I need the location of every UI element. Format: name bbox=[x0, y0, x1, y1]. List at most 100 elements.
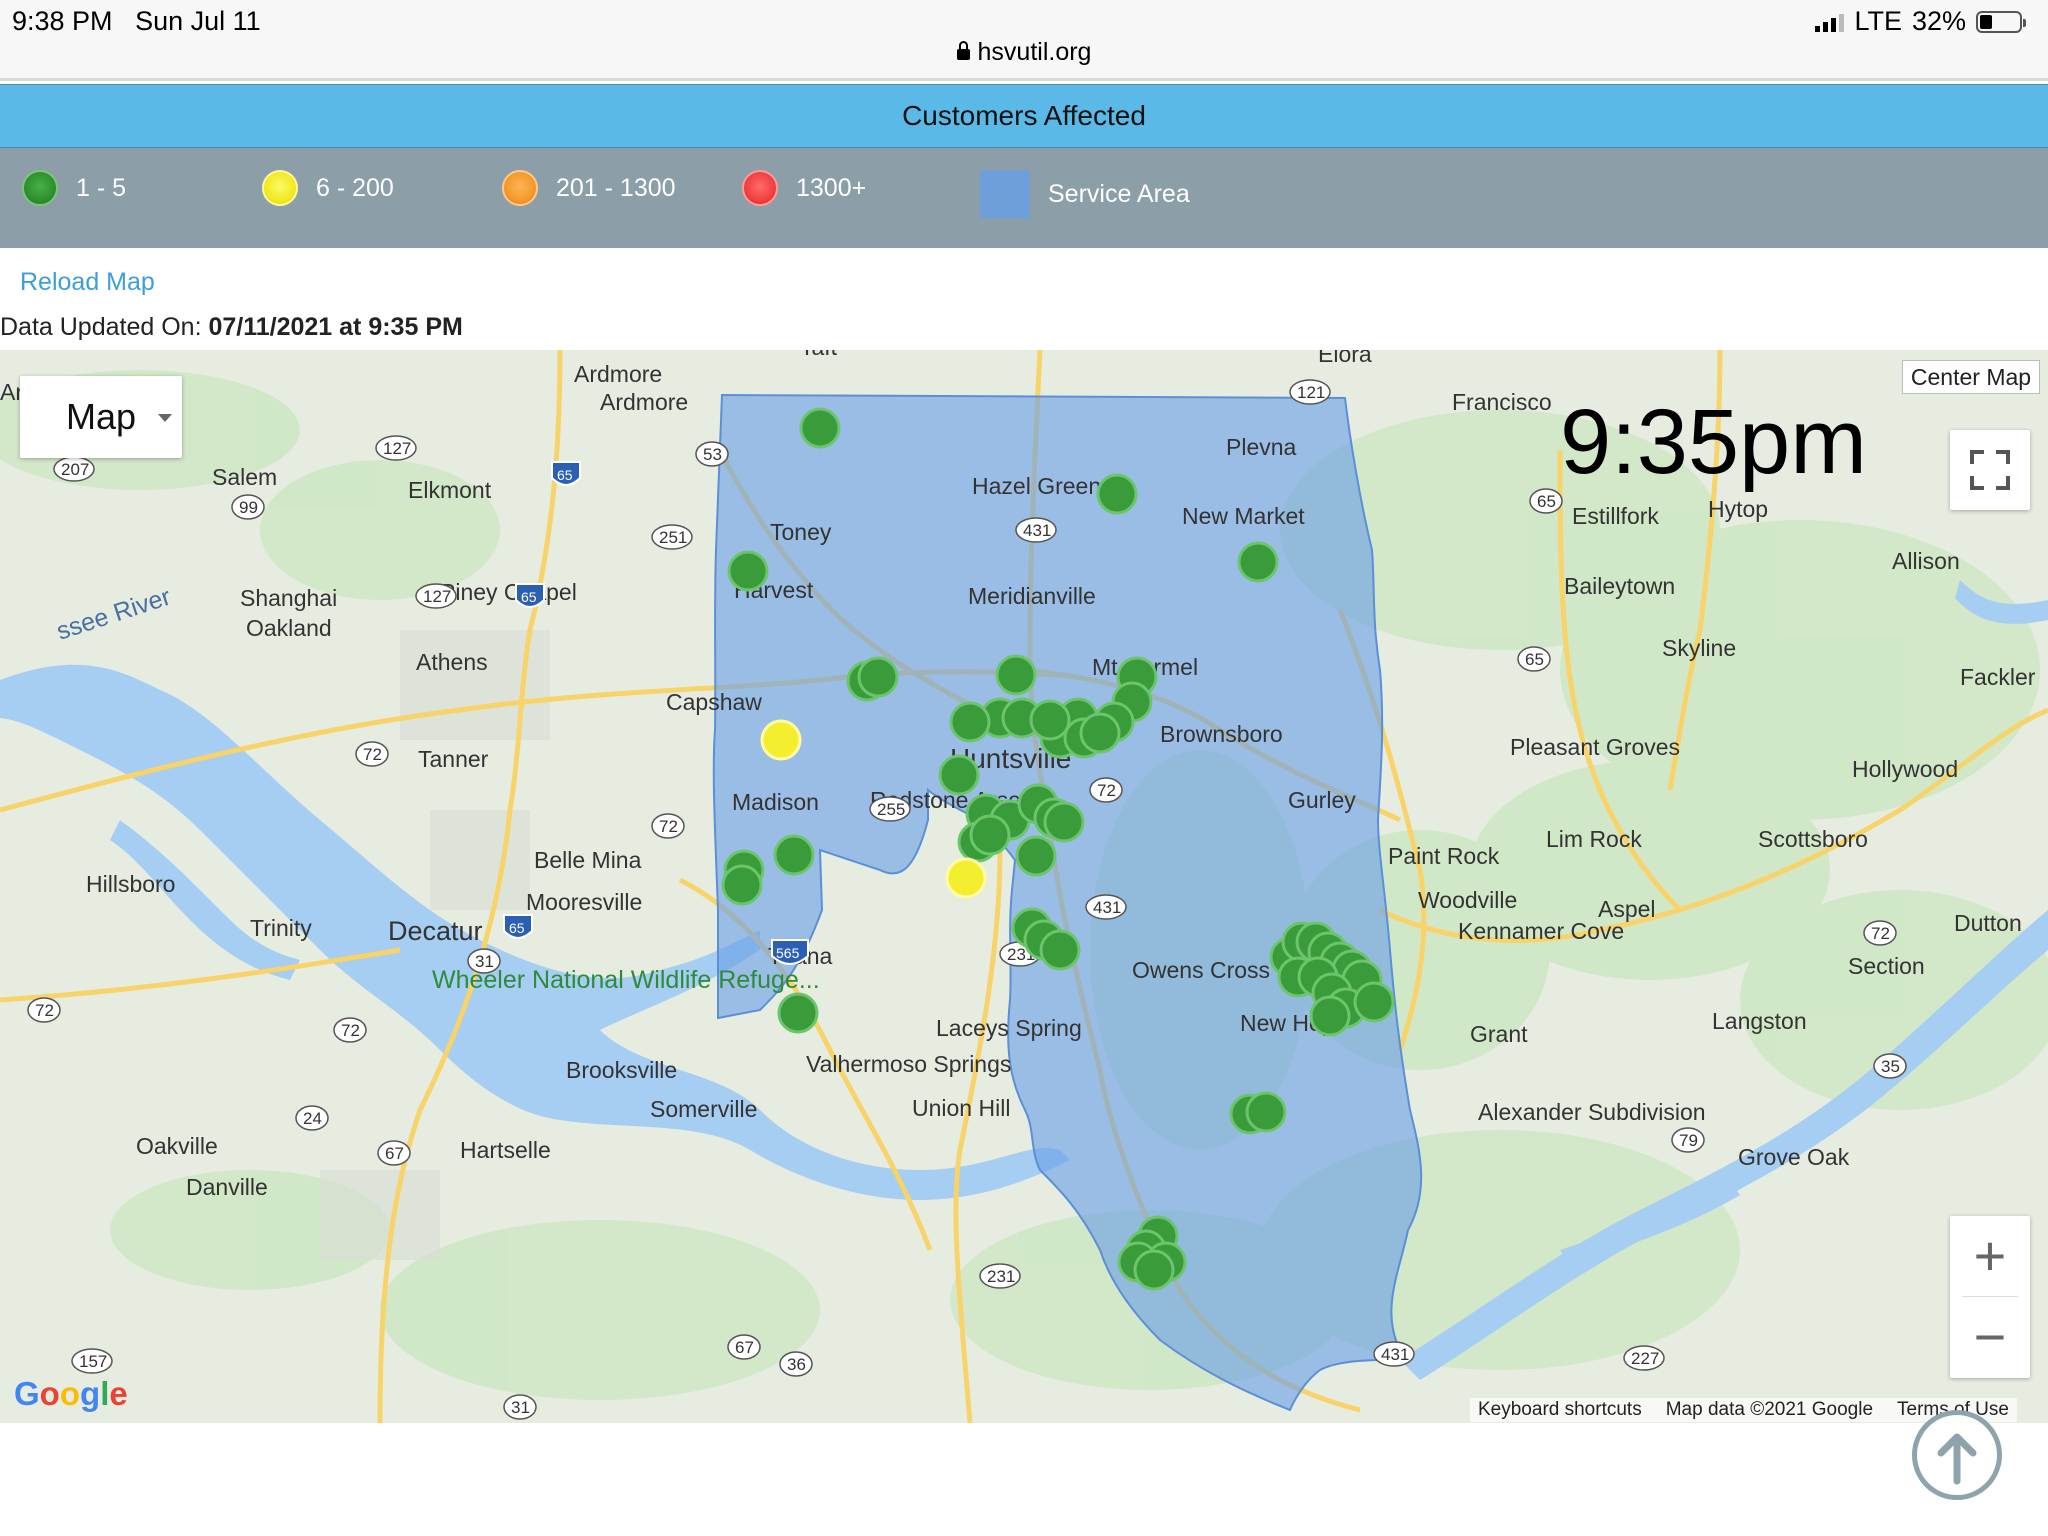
zoom-control: + − bbox=[1950, 1216, 2030, 1378]
place-label: Grove Oak bbox=[1738, 1144, 1850, 1170]
svg-text:72: 72 bbox=[1871, 924, 1890, 943]
outage-marker-green[interactable] bbox=[777, 992, 819, 1034]
reload-map-link[interactable]: Reload Map bbox=[20, 268, 155, 297]
place-label: Dutton bbox=[1954, 910, 2022, 936]
route-shield-icon: 72 bbox=[355, 741, 389, 767]
place-label: Pleasant Groves bbox=[1510, 734, 1680, 760]
center-map-button[interactable]: Center Map bbox=[1902, 360, 2040, 394]
place-label: Belle Mina bbox=[534, 847, 642, 873]
route-shield-icon: 99 bbox=[231, 494, 265, 520]
map-type-dropdown[interactable]: Map bbox=[20, 376, 182, 458]
outage-marker-green[interactable] bbox=[857, 656, 899, 698]
route-shield-icon: 65 bbox=[1529, 488, 1563, 514]
place-label: Union Hill bbox=[912, 1095, 1010, 1121]
svg-text:24: 24 bbox=[303, 1109, 322, 1128]
place-label: Meridianville bbox=[968, 583, 1096, 609]
svg-text:127: 127 bbox=[383, 439, 411, 458]
route-shield-icon: 157 bbox=[71, 1348, 113, 1374]
outage-marker-green[interactable] bbox=[727, 550, 769, 592]
outage-marker-green[interactable] bbox=[995, 654, 1037, 696]
outage-marker-green[interactable] bbox=[1096, 473, 1138, 515]
svg-text:72: 72 bbox=[363, 745, 382, 764]
place-label: Athens bbox=[416, 649, 488, 675]
svg-text:255: 255 bbox=[877, 800, 905, 819]
place-label: Piney Chapel bbox=[440, 579, 577, 605]
fullscreen-icon bbox=[1970, 450, 2010, 490]
page-title: Customers Affected bbox=[0, 84, 2048, 148]
outage-marker-green[interactable] bbox=[1029, 699, 1071, 741]
keyboard-shortcuts-link[interactable]: Keyboard shortcuts bbox=[1478, 1398, 1642, 1422]
place-label: Section bbox=[1848, 953, 1925, 979]
place-label: Danville bbox=[186, 1174, 268, 1200]
scroll-to-top-button[interactable] bbox=[1912, 1410, 2002, 1500]
place-label: Salem bbox=[212, 464, 277, 490]
place-label: Paint Rock bbox=[1388, 843, 1500, 869]
place-label: Taft bbox=[800, 350, 838, 360]
fullscreen-button[interactable] bbox=[1950, 430, 2030, 510]
route-shield-icon: 53 bbox=[695, 441, 729, 467]
place-label: Allison bbox=[1892, 548, 1960, 574]
place-label: Ardmore bbox=[574, 361, 662, 387]
data-updated: Data Updated On: 07/11/2021 at 9:35 PM bbox=[0, 313, 463, 342]
legend-item-6-200: 6 - 200 bbox=[262, 170, 394, 206]
outage-marker-green[interactable] bbox=[938, 754, 980, 796]
route-shield-icon: 227 bbox=[1623, 1345, 1665, 1371]
legend-label: 1 - 5 bbox=[76, 173, 127, 202]
place-label: Tanner bbox=[418, 746, 489, 772]
outage-marker-green[interactable] bbox=[1353, 981, 1395, 1023]
outage-marker-green[interactable] bbox=[721, 864, 763, 906]
outage-marker-green[interactable] bbox=[1043, 801, 1085, 843]
svg-text:157: 157 bbox=[79, 1352, 107, 1371]
place-label: Valhermoso Springs bbox=[806, 1051, 1011, 1077]
outage-marker-green[interactable] bbox=[969, 814, 1011, 856]
place-label: Shanghai bbox=[240, 585, 337, 611]
outage-marker-green[interactable] bbox=[1015, 835, 1057, 877]
svg-text:431: 431 bbox=[1093, 898, 1121, 917]
place-label: Brownsboro bbox=[1160, 721, 1283, 747]
outage-marker-green[interactable] bbox=[1309, 995, 1351, 1037]
svg-text:72: 72 bbox=[35, 1001, 54, 1020]
route-shield-icon: 127 bbox=[375, 435, 417, 461]
interstate-shield-icon: 65 bbox=[503, 914, 533, 939]
orange-dot-icon bbox=[502, 170, 538, 206]
place-label: Hillsboro bbox=[86, 871, 175, 897]
zoom-out-button[interactable]: − bbox=[1950, 1297, 2030, 1377]
route-shield-icon: 251 bbox=[651, 524, 693, 550]
outage-marker-green[interactable] bbox=[1245, 1091, 1287, 1133]
route-shield-icon: 72 bbox=[1863, 920, 1897, 946]
legend-item-1300-plus: 1300+ bbox=[742, 170, 866, 206]
address-bar[interactable]: hsvutil.org bbox=[0, 38, 2048, 67]
outage-marker-yellow[interactable] bbox=[945, 857, 987, 899]
outage-marker-green[interactable] bbox=[773, 834, 815, 876]
outage-map[interactable]: ssee River Ardmore Ardmore Taft Elora Fr… bbox=[0, 350, 2048, 1423]
status-date: Sun Jul 11 bbox=[135, 6, 261, 36]
zoom-in-button[interactable]: + bbox=[1950, 1216, 2030, 1296]
place-label: Grant bbox=[1470, 1021, 1528, 1047]
outage-marker-yellow[interactable] bbox=[760, 719, 802, 761]
map-canvas[interactable]: ssee River Ardmore Ardmore Taft Elora Fr… bbox=[0, 350, 2048, 1423]
place-label: Kennamer Cove bbox=[1458, 918, 1624, 944]
google-logo: Google bbox=[14, 1375, 128, 1412]
place-label: Baileytown bbox=[1564, 573, 1675, 599]
outage-marker-green[interactable] bbox=[949, 701, 991, 743]
place-label: Laceys Spring bbox=[936, 1015, 1082, 1041]
route-shield-icon: 72 bbox=[651, 813, 685, 839]
place-label: Ardmore bbox=[600, 389, 688, 415]
outage-marker-green[interactable] bbox=[1133, 1249, 1175, 1291]
outage-marker-green[interactable] bbox=[1039, 929, 1081, 971]
svg-text:35: 35 bbox=[1881, 1057, 1900, 1076]
outage-marker-green[interactable] bbox=[1079, 712, 1121, 754]
svg-text:67: 67 bbox=[385, 1144, 404, 1163]
outage-marker-green[interactable] bbox=[1237, 541, 1279, 583]
route-shield-icon: 431 bbox=[1373, 1341, 1415, 1367]
place-label: Decatur bbox=[388, 916, 483, 946]
svg-text:72: 72 bbox=[1097, 781, 1116, 800]
legend-item-service-area: Service Area bbox=[980, 170, 1190, 218]
interstate-shield-icon: 565 bbox=[771, 939, 809, 965]
place-label: Hazel Green bbox=[972, 473, 1101, 499]
outage-marker-green[interactable] bbox=[799, 407, 841, 449]
place-label: Trinity bbox=[250, 915, 312, 941]
legend-bar: 1 - 5 6 - 200 201 - 1300 1300+ Service A… bbox=[0, 148, 2048, 248]
place-label: Hytop bbox=[1708, 496, 1768, 522]
legend-label: Service Area bbox=[1048, 179, 1190, 208]
